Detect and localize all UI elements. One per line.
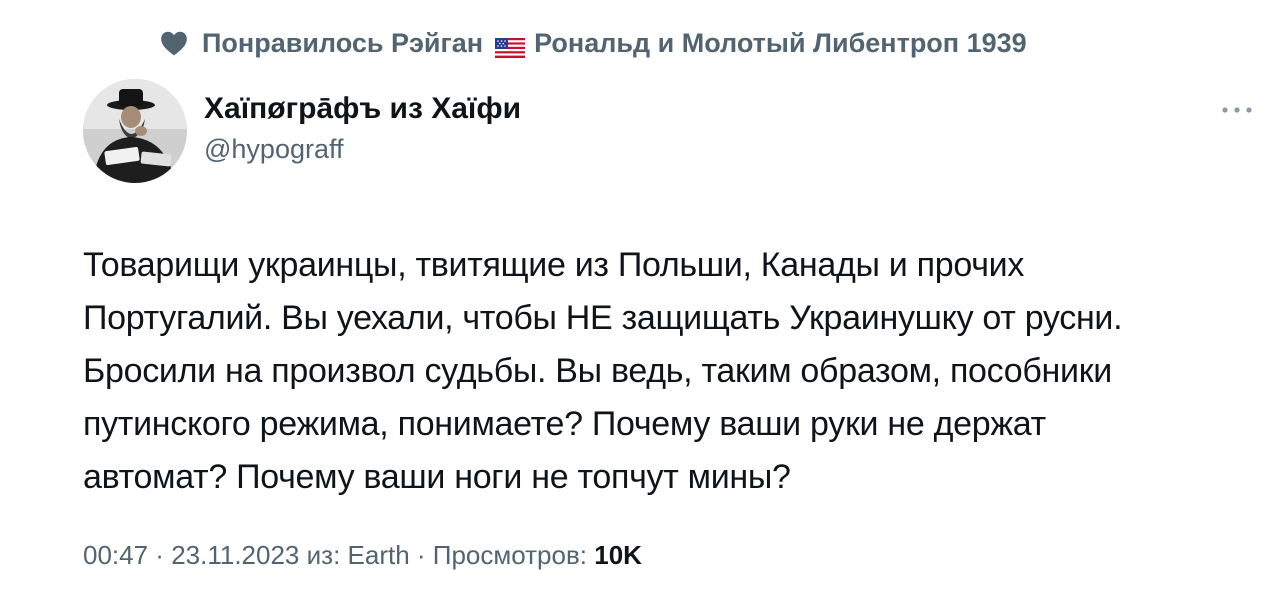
social-context[interactable]: Понравилось Рэйган Рональд и Молотый Либ… [160,24,1027,62]
tweet-meta: 00:47 · 23.11.2023 из: Earth · Просмотро… [83,536,642,574]
tweet-text-line: Португалий. Вы уехали, чтобы НЕ защищать… [83,299,1123,337]
meta-separator: · [148,540,172,570]
author-display-name[interactable]: Хаїпøгрāфъ из Хаїфи [204,90,521,128]
views-label: Просмотров: [432,540,588,570]
more-options-button[interactable] [1220,98,1254,122]
tweet-time[interactable]: 00:47 [83,540,148,570]
author-handle[interactable]: @hypograff [204,130,521,168]
social-context-text: Понравилось Рэйган Рональд и Молотый Либ… [202,28,1027,59]
tweet-text: Товарищи украинцы, твитящие из Польши, К… [83,239,1253,504]
tweet-date[interactable]: 23.11.2023 [171,540,299,570]
views-count[interactable]: 10K [594,540,642,570]
tweet-text-line: автомат? Почему ваши ноги не топчут мины… [83,458,791,496]
tweet-text-line: путинского режима, понимаете? Почему ваш… [83,405,1046,443]
tweet-text-line: Бросили на произвол судьбы. Вы ведь, так… [83,352,1112,390]
liked-by-prefix: Понравилось Рэйган [202,27,484,58]
tweet-source: из: Earth [306,540,410,570]
avatar[interactable] [83,79,187,183]
more-dots-icon [1222,107,1252,113]
liked-by-suffix: Рональд и Молотый Либентроп 1939 [534,27,1027,58]
avatar-photo [83,79,187,183]
tweet-text-line: Товарищи украинцы, твитящие из Польши, К… [83,246,1025,284]
meta-separator: · [409,540,433,570]
meta-separator [299,540,306,570]
author-info: Хаїпøгрāфъ из Хаїфи @hypograff [204,90,521,168]
heart-icon [160,30,188,56]
us-flag-icon [494,34,525,59]
